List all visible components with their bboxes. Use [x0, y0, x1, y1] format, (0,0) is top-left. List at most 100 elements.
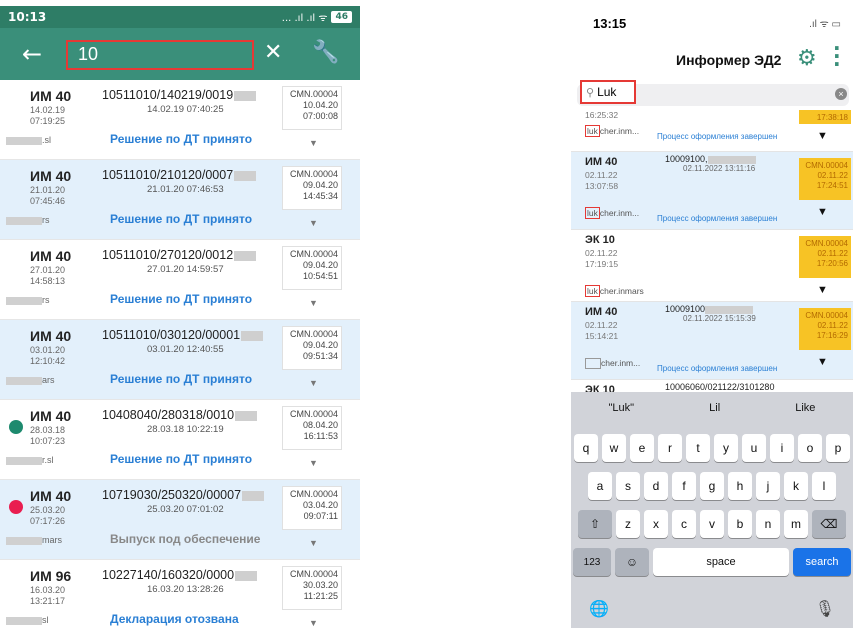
key-i[interactable]: i — [770, 434, 794, 462]
search-input[interactable]: ⚲ Luk — [580, 80, 636, 104]
numbers-key[interactable]: 123 — [573, 548, 611, 576]
key-row: asdfghjkl — [571, 472, 853, 500]
cmn-code: CMN.00004 — [289, 409, 338, 419]
user-label: rs — [6, 215, 50, 225]
signal-wifi-battery-icon: .ıl ᯤ ▭ — [809, 19, 841, 30]
cmn-code: CMN.00004 — [289, 169, 338, 179]
doc-number-text: 10227140/160320/0000 — [102, 568, 235, 582]
status-time: 10:13 — [8, 10, 47, 24]
chevron-down-icon[interactable]: ▼ — [817, 130, 828, 142]
doc-type: ИМ 96 — [30, 568, 72, 584]
list-item[interactable]: ИМ 40 21.01.20 07:45:46 10511010/210120/000… — [0, 160, 360, 240]
user-label: cher.inm... — [585, 358, 640, 370]
chevron-down-icon[interactable]: ▼ — [309, 538, 318, 548]
redacted-block — [6, 536, 42, 545]
key-q[interactable]: q — [574, 434, 598, 462]
cmn-badge: CMN.00004 30.03.20 11:21:25 — [282, 566, 342, 610]
cmn-badge: CMN.00004 08.04.20 16:11:53 — [282, 406, 342, 450]
doc-date: 02.11.22 13:07:58 — [585, 170, 618, 192]
suggestion-item[interactable]: Lil — [709, 402, 720, 414]
key-x[interactable]: x — [644, 510, 668, 538]
search-icon: ⚲ — [586, 87, 595, 99]
suggestion-item[interactable]: Like — [795, 402, 815, 414]
list-item[interactable]: ИМ 40 27.01.20 14:58:13 10511010/270120/001… — [0, 240, 360, 320]
clear-icon[interactable]: × — [835, 88, 847, 100]
chevron-down-icon[interactable]: ▼ — [817, 284, 828, 296]
key-k[interactable]: k — [784, 472, 808, 500]
close-icon[interactable]: ✕ — [264, 40, 282, 65]
list-item[interactable]: ИМ 40 03.01.20 12:10:42 10511010/030120/000… — [0, 320, 360, 400]
emoji-key[interactable]: ☺ — [615, 548, 649, 576]
list-item[interactable]: ИМ 40 28.03.18 10:07:23 10408040/280318/001… — [0, 400, 360, 480]
cmn-date: 02.11.22 — [817, 321, 848, 330]
key-s[interactable]: s — [616, 472, 640, 500]
arrow-left-icon[interactable]: ← — [8, 40, 56, 68]
redacted-block — [6, 136, 42, 145]
chevron-down-icon[interactable]: ▼ — [309, 218, 318, 228]
doc-date: 21.01.20 07:45:46 — [30, 185, 65, 207]
date-text: 21.01.20 — [30, 185, 66, 195]
key-u[interactable]: u — [742, 434, 766, 462]
key-y[interactable]: y — [714, 434, 738, 462]
key-p[interactable]: p — [826, 434, 850, 462]
list-item[interactable]: ИМ 40 02.11.22 13:07:58 10009100, 02.11.2022… — [571, 152, 853, 230]
nav-bar: Информер ЭД2 ⚙ · · · — [571, 38, 853, 84]
suggestion-item[interactable]: "Luk" — [609, 402, 635, 414]
key-j[interactable]: j — [756, 472, 780, 500]
key-b[interactable]: b — [728, 510, 752, 538]
doc-type: ИМ 40 — [30, 168, 72, 184]
wrench-icon[interactable]: 🔧 — [312, 40, 339, 65]
chevron-down-icon[interactable]: ▼ — [309, 618, 318, 628]
chevron-down-icon[interactable]: ▼ — [817, 356, 828, 368]
space-key[interactable]: space — [653, 548, 789, 576]
doc-number: 10719030/250320/00007 — [102, 488, 265, 502]
status-time: 13:15 — [593, 15, 627, 31]
key-t[interactable]: t — [686, 434, 710, 462]
shift-key[interactable]: ⇧ — [578, 510, 612, 538]
key-o[interactable]: o — [798, 434, 822, 462]
cmn-code: CMN.00004 — [289, 329, 338, 339]
list-item[interactable]: ИМ 40 14.02.19 07:19:25 10511010/140219/001… — [0, 80, 360, 160]
cmn-date: 10.04.20 — [302, 100, 338, 110]
key-h[interactable]: h — [728, 472, 752, 500]
microphone-icon[interactable]: 🎙 — [815, 599, 835, 618]
search-input[interactable]: 10 — [66, 40, 254, 70]
key-g[interactable]: g — [700, 472, 724, 500]
key-d[interactable]: d — [644, 472, 668, 500]
key-r[interactable]: r — [658, 434, 682, 462]
key-m[interactable]: m — [784, 510, 808, 538]
chevron-down-icon[interactable]: ▼ — [309, 458, 318, 468]
key-c[interactable]: c — [672, 510, 696, 538]
search-key[interactable]: search — [793, 548, 851, 576]
time-text: 10:07:23 — [30, 436, 66, 446]
globe-icon[interactable]: 🌐 — [589, 599, 609, 618]
key-l[interactable]: l — [812, 472, 836, 500]
cmn-time: 11:21:25 — [303, 591, 338, 601]
chevron-down-icon[interactable]: ▼ — [309, 378, 318, 388]
list-item[interactable]: ИМ 40 02.11.22 15:14:21 10009100 02.11.2022 … — [571, 302, 853, 380]
doc-date: 03.01.20 12:10:42 — [30, 345, 65, 367]
declaration-list: ИМ 40 14.02.19 07:19:25 10511010/140219/001… — [0, 80, 360, 628]
key-w[interactable]: w — [602, 434, 626, 462]
key-v[interactable]: v — [700, 510, 724, 538]
key-n[interactable]: n — [756, 510, 780, 538]
list-item[interactable]: ИМ 96 16.03.20 13:21:17 10227140/160320/000… — [0, 560, 360, 628]
backspace-key[interactable]: ⌫ — [812, 510, 846, 538]
doc-date: 27.01.20 14:58:13 — [30, 265, 65, 287]
list-item[interactable]: ЭК 10 02.11.22 17:19:15 luk cher.inmars CMN.0… — [571, 230, 853, 302]
list-item[interactable]: 16:25:32 luk cher.inm... Процесс оформлен… — [571, 110, 853, 152]
redacted-block — [234, 250, 257, 261]
chevron-down-icon[interactable]: ▼ — [817, 206, 828, 218]
more-vertical-icon[interactable]: · · · — [833, 38, 841, 74]
status-text: Процесс оформления завершен — [657, 214, 778, 223]
chevron-down-icon[interactable]: ▼ — [309, 138, 318, 148]
list-item[interactable]: ИМ 40 25.03.20 07:17:26 10719030/250320/000… — [0, 480, 360, 560]
key-z[interactable]: z — [616, 510, 640, 538]
gear-icon[interactable]: ⚙ — [797, 46, 817, 71]
cmn-code: CMN.00004 — [289, 249, 338, 259]
key-a[interactable]: a — [588, 472, 612, 500]
doc-number-text: 10511010/140219/0019 — [102, 88, 234, 102]
key-e[interactable]: e — [630, 434, 654, 462]
chevron-down-icon[interactable]: ▼ — [309, 298, 318, 308]
key-f[interactable]: f — [672, 472, 696, 500]
